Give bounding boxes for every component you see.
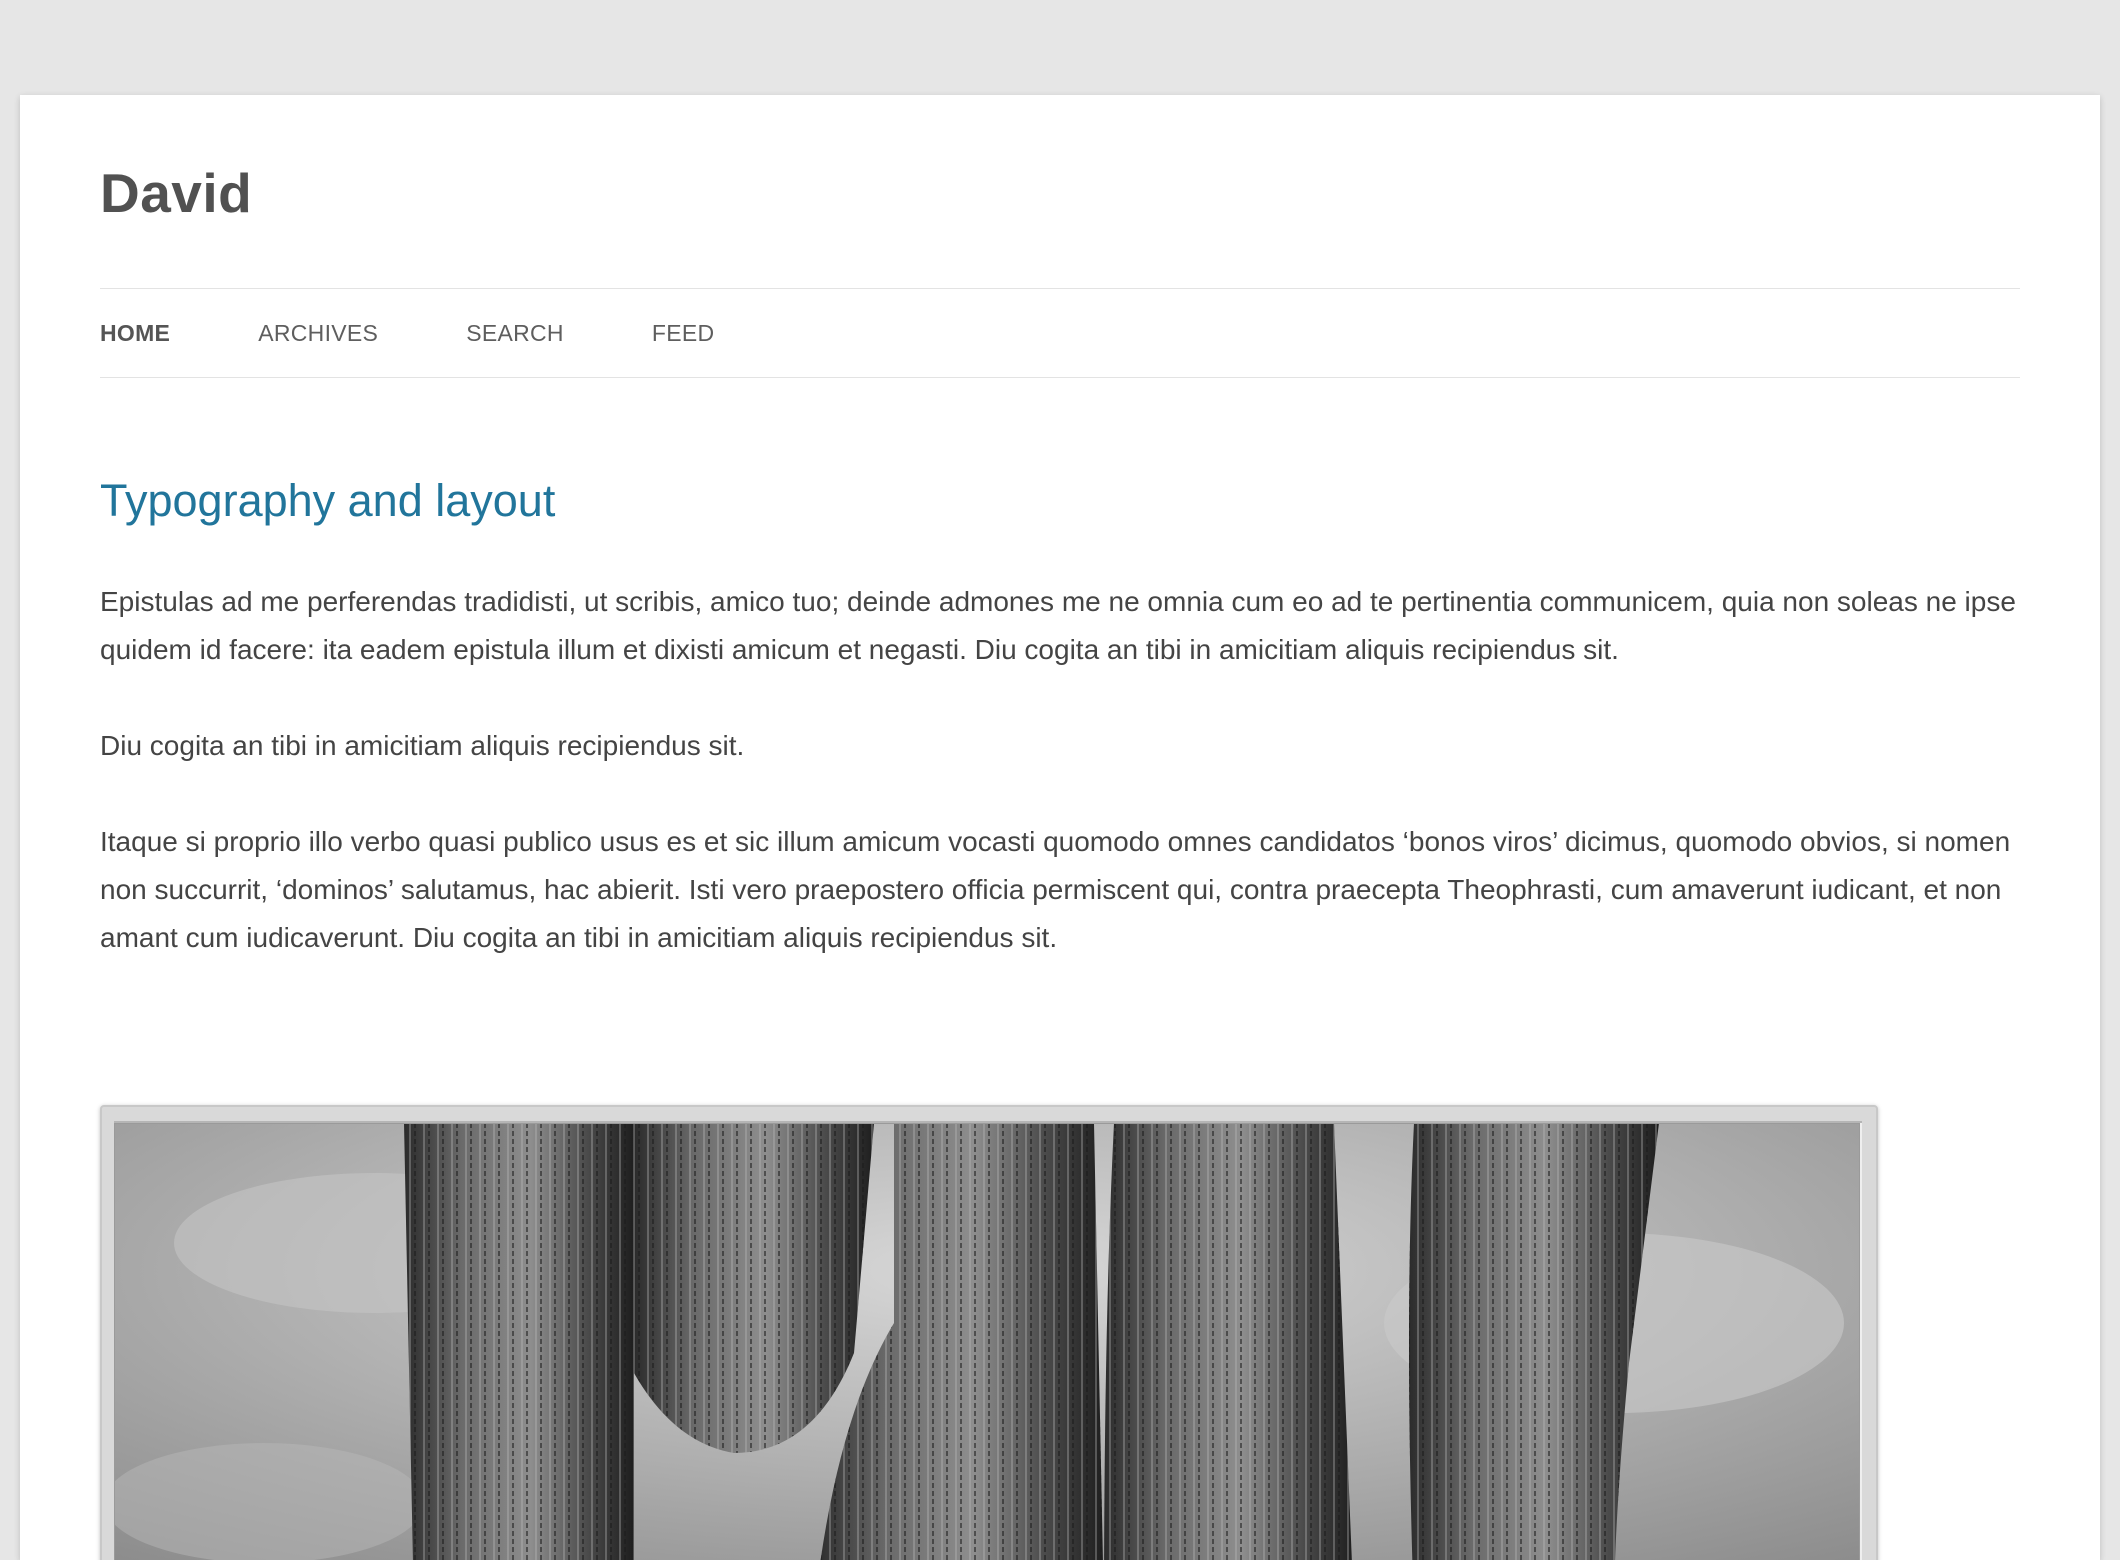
post-title[interactable]: Typography and layout [100, 475, 555, 527]
nav-menu: Home Archives Search Feed [100, 289, 2020, 377]
cactus-photo-graphic [114, 1123, 1860, 1560]
cactus-trunk-right-center [1104, 1123, 1352, 1560]
post-paragraph: Itaque si proprio illo verbo quasi publi… [100, 826, 2011, 953]
nav-item-feed[interactable]: Feed [652, 320, 715, 347]
post-content: Epistulas ad me perferendas tradidisti, … [100, 578, 2020, 1010]
post-paragraph: Diu cogita an tibi in amicitiam aliquis … [100, 730, 745, 761]
nav-item-archives[interactable]: Archives [258, 320, 378, 347]
main-navigation: Home Archives Search Feed [100, 288, 2020, 378]
page-container: David Home Archives Search Feed Typograp… [20, 95, 2100, 1560]
nav-item-home[interactable]: Home [100, 320, 170, 347]
site-title[interactable]: David [100, 161, 252, 225]
post-image-frame[interactable] [100, 1105, 1878, 1560]
post-paragraph: Epistulas ad me perferendas tradidisti, … [100, 586, 2016, 665]
cactus-trunk-left [404, 1123, 634, 1560]
nav-item-search[interactable]: Search [466, 320, 564, 347]
cactus-photo [114, 1121, 1862, 1560]
